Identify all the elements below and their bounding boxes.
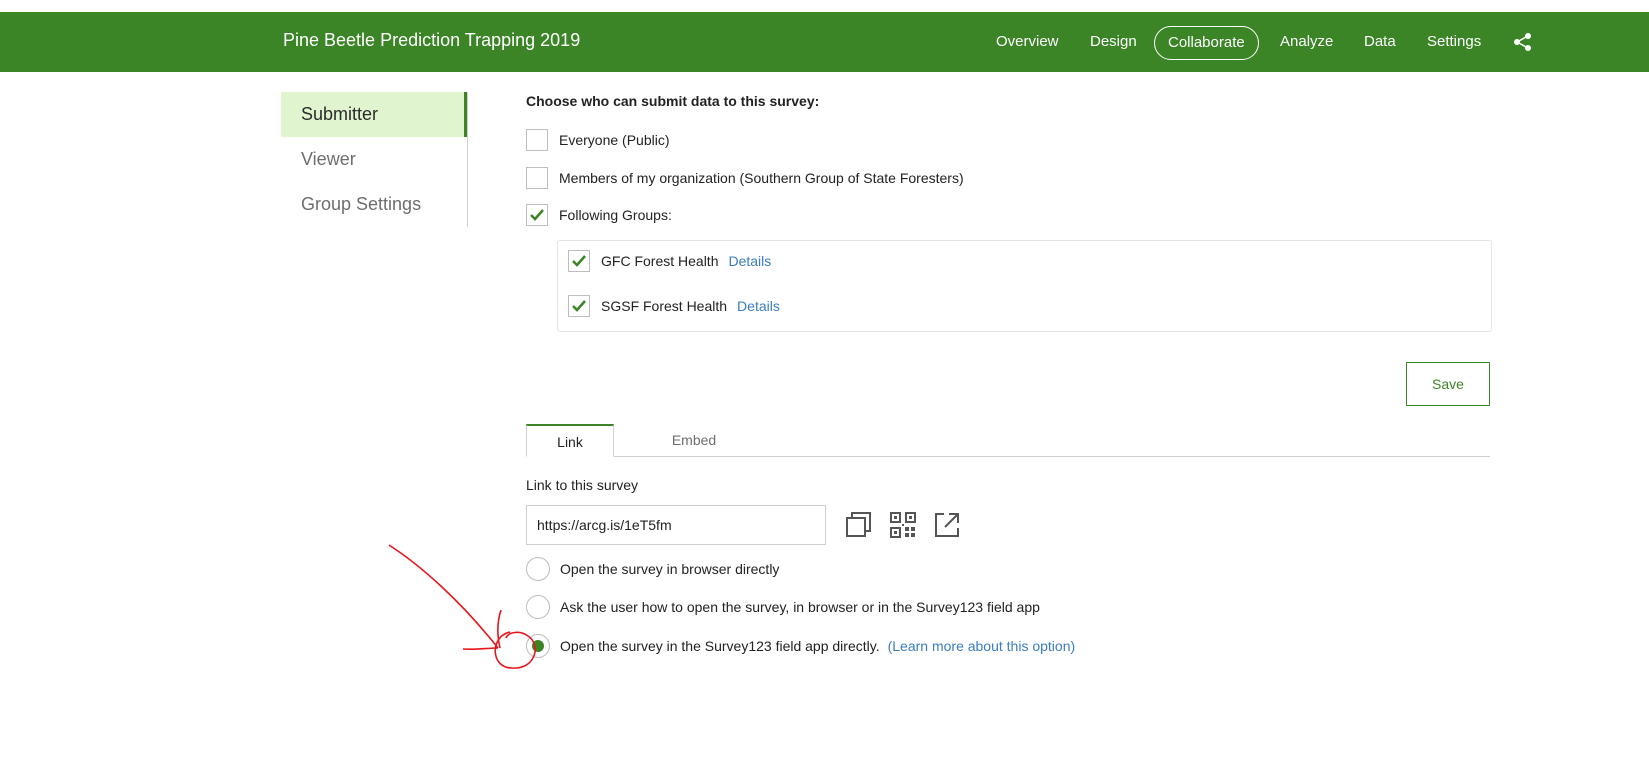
top-navigation-bar: Pine Beetle Prediction Trapping 2019 Ove…	[0, 12, 1649, 72]
copy-icon[interactable]	[846, 512, 872, 538]
tab-embed[interactable]: Embed	[644, 424, 744, 456]
group-item: GFC Forest Health Details	[568, 249, 771, 273]
qr-code-icon[interactable]	[890, 512, 916, 538]
everyone-label: Everyone (Public)	[559, 132, 670, 148]
open-option-field-app: Open the survey in the Survey123 field a…	[526, 633, 1075, 659]
group-details-link[interactable]: Details	[737, 298, 780, 314]
save-button[interactable]: Save	[1406, 362, 1490, 406]
submitter-section-title: Choose who can submit data to this surve…	[526, 93, 820, 109]
checkmark-icon	[530, 209, 544, 221]
nav-overview[interactable]: Overview	[996, 26, 1059, 58]
checkmark-icon	[572, 255, 586, 267]
checkmark-icon	[572, 300, 586, 312]
link-label: Link to this survey	[526, 477, 639, 493]
nav-data[interactable]: Data	[1364, 26, 1396, 58]
option-organization: Members of my organization (Southern Gro…	[526, 166, 964, 190]
red-arrow-annotation	[388, 544, 536, 669]
share-icon[interactable]	[1513, 32, 1533, 52]
organization-label: Members of my organization (Southern Gro…	[559, 170, 964, 186]
sidebar-item-submitter[interactable]: Submitter	[281, 92, 467, 137]
sgsf-forest-health-checkbox[interactable]	[568, 295, 590, 317]
everyone-checkbox[interactable]	[526, 129, 548, 151]
share-tabs: Link Embed	[526, 424, 1490, 457]
group-item: SGSF Forest Health Details	[568, 294, 780, 318]
open-option-ask: Ask the user how to open the survey, in …	[526, 594, 1040, 620]
sidebar-item-group-settings[interactable]: Group Settings	[281, 182, 467, 227]
open-browser-label: Open the survey in browser directly	[560, 561, 780, 577]
following-groups-checkbox[interactable]	[526, 204, 548, 226]
nav-settings[interactable]: Settings	[1427, 26, 1481, 58]
survey-link-input[interactable]	[526, 505, 826, 545]
organization-checkbox[interactable]	[526, 167, 548, 189]
survey-title: Pine Beetle Prediction Trapping 2019	[283, 30, 581, 50]
nav-collaborate[interactable]: Collaborate	[1154, 26, 1259, 60]
following-groups-label: Following Groups:	[559, 207, 672, 223]
field-app-label: Open the survey in the Survey123 field a…	[560, 638, 880, 654]
sidebar-item-viewer[interactable]: Viewer	[281, 137, 467, 182]
learn-more-link[interactable]: (Learn more about this option)	[888, 638, 1076, 654]
group-details-link[interactable]: Details	[728, 253, 771, 269]
option-everyone: Everyone (Public)	[526, 128, 670, 152]
ask-user-label: Ask the user how to open the survey, in …	[560, 599, 1040, 615]
option-following-groups: Following Groups:	[526, 203, 672, 227]
gfc-forest-health-checkbox[interactable]	[568, 250, 590, 272]
nav-analyze[interactable]: Analyze	[1280, 26, 1333, 58]
open-external-icon[interactable]	[934, 512, 960, 538]
group-label: GFC Forest Health	[601, 253, 719, 269]
group-label: SGSF Forest Health	[601, 298, 728, 314]
collaborate-sidebar: Submitter Viewer Group Settings	[281, 92, 468, 227]
nav-design[interactable]: Design	[1090, 26, 1137, 58]
tab-link[interactable]: Link	[526, 424, 614, 457]
